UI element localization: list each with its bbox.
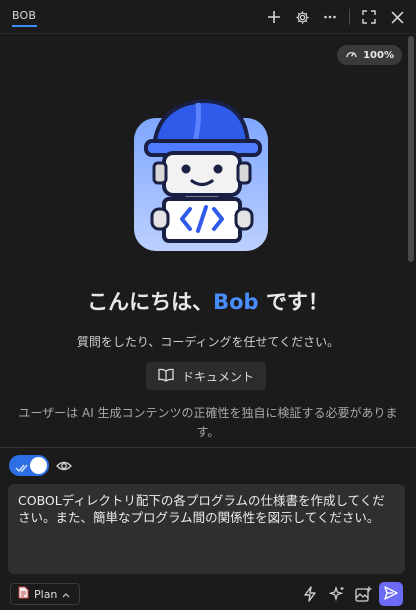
book-icon <box>158 368 174 385</box>
zoom-value: 100% <box>363 49 394 61</box>
documentation-label: ドキュメント <box>181 369 254 384</box>
active-tab-indicator <box>12 25 37 27</box>
subtitle: 質問をしたり、コーディングを任せてください。 <box>76 335 340 349</box>
plus-icon[interactable] <box>265 8 283 26</box>
greeting-suffix: です！ <box>258 290 329 314</box>
document-icon <box>18 586 29 602</box>
header-separator <box>349 9 350 25</box>
double-check-icon <box>15 459 31 478</box>
mode-selector[interactable]: Plan <box>10 583 80 605</box>
zoom-badge[interactable]: 100% <box>337 45 402 65</box>
documentation-button[interactable]: ドキュメント <box>146 362 266 390</box>
prompt-text: COBOLディレクトリ配下の各プログラムの仕様書を作成してください。また、簡単な… <box>18 493 385 525</box>
more-icon[interactable] <box>321 8 339 26</box>
eye-icon[interactable] <box>56 458 72 474</box>
chevron-up-icon <box>62 588 70 601</box>
greeting-name: Bob <box>213 290 259 314</box>
send-icon <box>384 585 398 604</box>
header: BOB <box>0 0 416 34</box>
ai-disclaimer: ユーザーは AI 生成コンテンツの正確性を独自に検証する必要があります。 <box>18 406 398 439</box>
lightning-icon[interactable] <box>301 585 319 603</box>
greeting-title: こんにちは、Bob です！ <box>0 286 416 316</box>
scrollbar[interactable] <box>408 36 414 262</box>
auto-approve-toggle[interactable] <box>9 455 49 476</box>
greeting-prefix: こんにちは、 <box>87 290 214 314</box>
bob-mascot-logo <box>134 97 268 251</box>
mode-label: Plan <box>34 587 58 601</box>
tab-bob[interactable]: BOB <box>12 9 36 22</box>
send-button[interactable] <box>379 582 403 606</box>
gauge-icon <box>345 48 358 62</box>
toggle-knob <box>30 457 47 474</box>
gear-icon[interactable] <box>293 8 311 26</box>
close-icon[interactable] <box>388 8 406 26</box>
header-actions <box>265 6 406 28</box>
expand-icon[interactable] <box>360 8 378 26</box>
divider <box>0 447 416 448</box>
sparkle-icon[interactable] <box>328 585 346 603</box>
add-image-icon[interactable] <box>354 585 372 603</box>
prompt-input[interactable]: COBOLディレクトリ配下の各プログラムの仕様書を作成してください。また、簡単な… <box>8 484 405 574</box>
